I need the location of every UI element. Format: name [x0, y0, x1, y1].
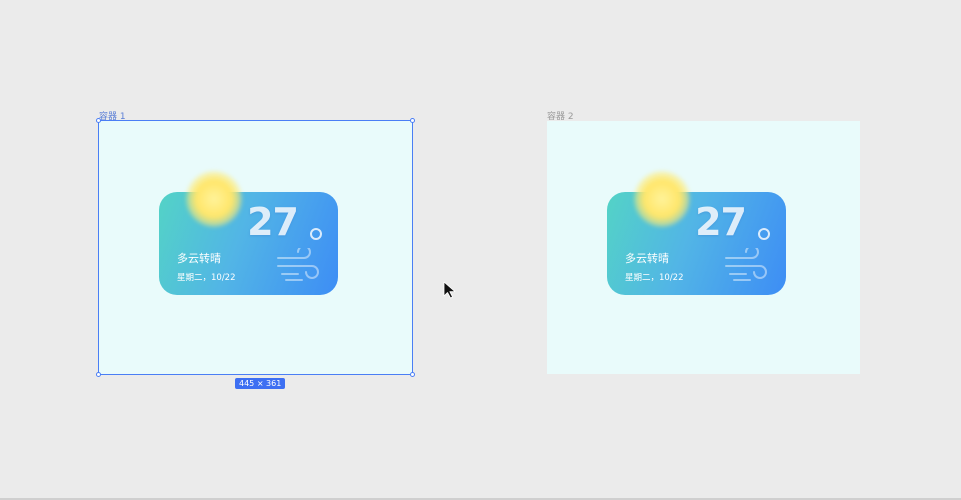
weather-widget-2[interactable]: 27 多云转晴 星期二，10/22: [607, 192, 786, 295]
resize-handle-top-left[interactable]: [96, 118, 101, 123]
frame-2[interactable]: 27 多云转晴 星期二，10/22: [547, 121, 860, 374]
weather-date: 星期二，10/22: [177, 273, 236, 283]
sun-icon: [634, 171, 690, 227]
resize-handle-bottom-right[interactable]: [410, 372, 415, 377]
weather-condition: 多云转晴: [177, 252, 221, 265]
wind-icon: [277, 248, 319, 281]
wind-icon: [725, 248, 767, 281]
degree-circle-icon: [758, 228, 770, 240]
temperature-value: 27: [247, 200, 299, 244]
degree-circle-icon: [310, 228, 322, 240]
weather-condition: 多云转晴: [625, 252, 669, 265]
temperature-value: 27: [695, 200, 747, 244]
arrow-cursor-icon: [443, 281, 456, 299]
weather-date: 星期二，10/22: [625, 273, 684, 283]
frame-size-badge: 445 × 361: [235, 378, 286, 389]
resize-handle-bottom-left[interactable]: [96, 372, 101, 377]
sun-icon: [186, 171, 242, 227]
weather-widget-1[interactable]: 27 多云转晴 星期二，10/22: [159, 192, 338, 295]
resize-handle-top-right[interactable]: [410, 118, 415, 123]
frame-1[interactable]: 27 多云转晴 星期二，10/22: [96, 118, 415, 377]
